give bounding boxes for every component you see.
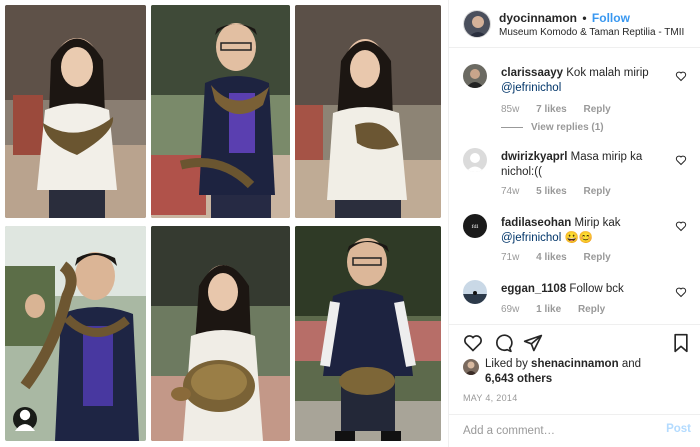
comment-likes[interactable]: 7 likes: [536, 104, 567, 115]
follow-button[interactable]: Follow: [592, 11, 630, 25]
heart-icon[interactable]: [675, 70, 687, 82]
photo-girl-with-snake-2: [295, 5, 441, 218]
liker-username[interactable]: shenacinnamon: [531, 358, 619, 370]
photo-boy-with-tortoise: [295, 226, 441, 441]
comment-mention[interactable]: @jefrinichol: [501, 82, 561, 94]
comment-username[interactable]: dwirizkyaprl: [501, 151, 567, 163]
comment-avatar[interactable]: [463, 280, 487, 304]
comment-emoji: 😀😊: [564, 232, 594, 244]
comment-username[interactable]: clarissaayy: [501, 67, 563, 79]
likes-count[interactable]: 6,643 others: [485, 373, 552, 385]
replies-divider: [501, 126, 523, 128]
reply-button[interactable]: Reply: [584, 104, 611, 115]
reply-button[interactable]: Reply: [584, 186, 611, 197]
comment-username[interactable]: fadilaseohan: [501, 217, 571, 229]
comment-text: Kok malah mirip: [566, 67, 649, 79]
reply-button[interactable]: Reply: [584, 252, 611, 263]
svg-text:fdl: fdl: [472, 224, 479, 230]
share-icon[interactable]: [523, 333, 543, 353]
comment-mention[interactable]: @jefrinichol: [501, 232, 561, 244]
comment-avatar[interactable]: [463, 64, 487, 88]
action-bar: [449, 324, 700, 360]
comment-time: 74w: [501, 186, 520, 197]
comment-text: Follow bck: [569, 283, 624, 295]
comment-icon[interactable]: [493, 333, 513, 353]
liked-by-prefix: Liked by: [485, 358, 528, 370]
heart-icon[interactable]: [675, 220, 687, 232]
comment-input[interactable]: [463, 422, 653, 440]
user-tag-icon[interactable]: [13, 407, 37, 431]
photo-girl-with-tortoise: [151, 226, 290, 441]
comment-username[interactable]: eggan_1108: [501, 283, 566, 295]
comments-list[interactable]: clarissaayy Kok malah mirip @jefrinichol…: [449, 48, 700, 323]
liked-by-conj: and: [621, 358, 641, 370]
add-comment-bar: Post: [449, 414, 700, 447]
author-avatar[interactable]: [463, 10, 491, 38]
comment-time: 85w: [501, 104, 520, 115]
heart-icon[interactable]: [675, 286, 687, 298]
comment-time: 71w: [501, 252, 520, 263]
view-replies-label: View replies (1): [531, 122, 604, 133]
liked-by: Liked by shenacinnamon and 6,643 others: [463, 357, 693, 391]
bookmark-icon[interactable]: [671, 333, 691, 353]
view-replies-button[interactable]: View replies (1): [501, 122, 604, 133]
comment-likes[interactable]: 5 likes: [536, 186, 567, 197]
reply-button[interactable]: Reply: [578, 304, 605, 315]
liker-avatar[interactable]: [463, 359, 479, 375]
comment-avatar[interactable]: [463, 148, 487, 172]
heart-icon[interactable]: [463, 333, 483, 353]
comment-likes[interactable]: 4 likes: [536, 252, 567, 263]
comment-avatar[interactable]: fdl: [463, 214, 487, 238]
comment-text: Mirip kak: [574, 217, 621, 229]
photo-boy-holding-snake: [5, 226, 146, 441]
comment-time: 69w: [501, 304, 520, 315]
post-comment-button[interactable]: Post: [666, 423, 691, 435]
author-username[interactable]: dyocinnamon: [499, 11, 577, 25]
post-location[interactable]: Museum Komodo & Taman Reptilia - TMII: [499, 27, 684, 38]
post-header: dyocinnamon • Follow Museum Komodo & Tam…: [449, 0, 700, 48]
separator-dot: •: [582, 11, 587, 25]
heart-icon[interactable]: [675, 154, 687, 166]
comment-likes[interactable]: 1 like: [536, 304, 561, 315]
post-date[interactable]: MAY 4, 2014: [463, 393, 518, 403]
photo-girl-with-snake-1: [5, 5, 146, 218]
photo-boy-with-snake-1: [151, 5, 290, 218]
post-sidebar: dyocinnamon • Follow Museum Komodo & Tam…: [448, 0, 700, 447]
post-photo[interactable]: [0, 0, 448, 447]
